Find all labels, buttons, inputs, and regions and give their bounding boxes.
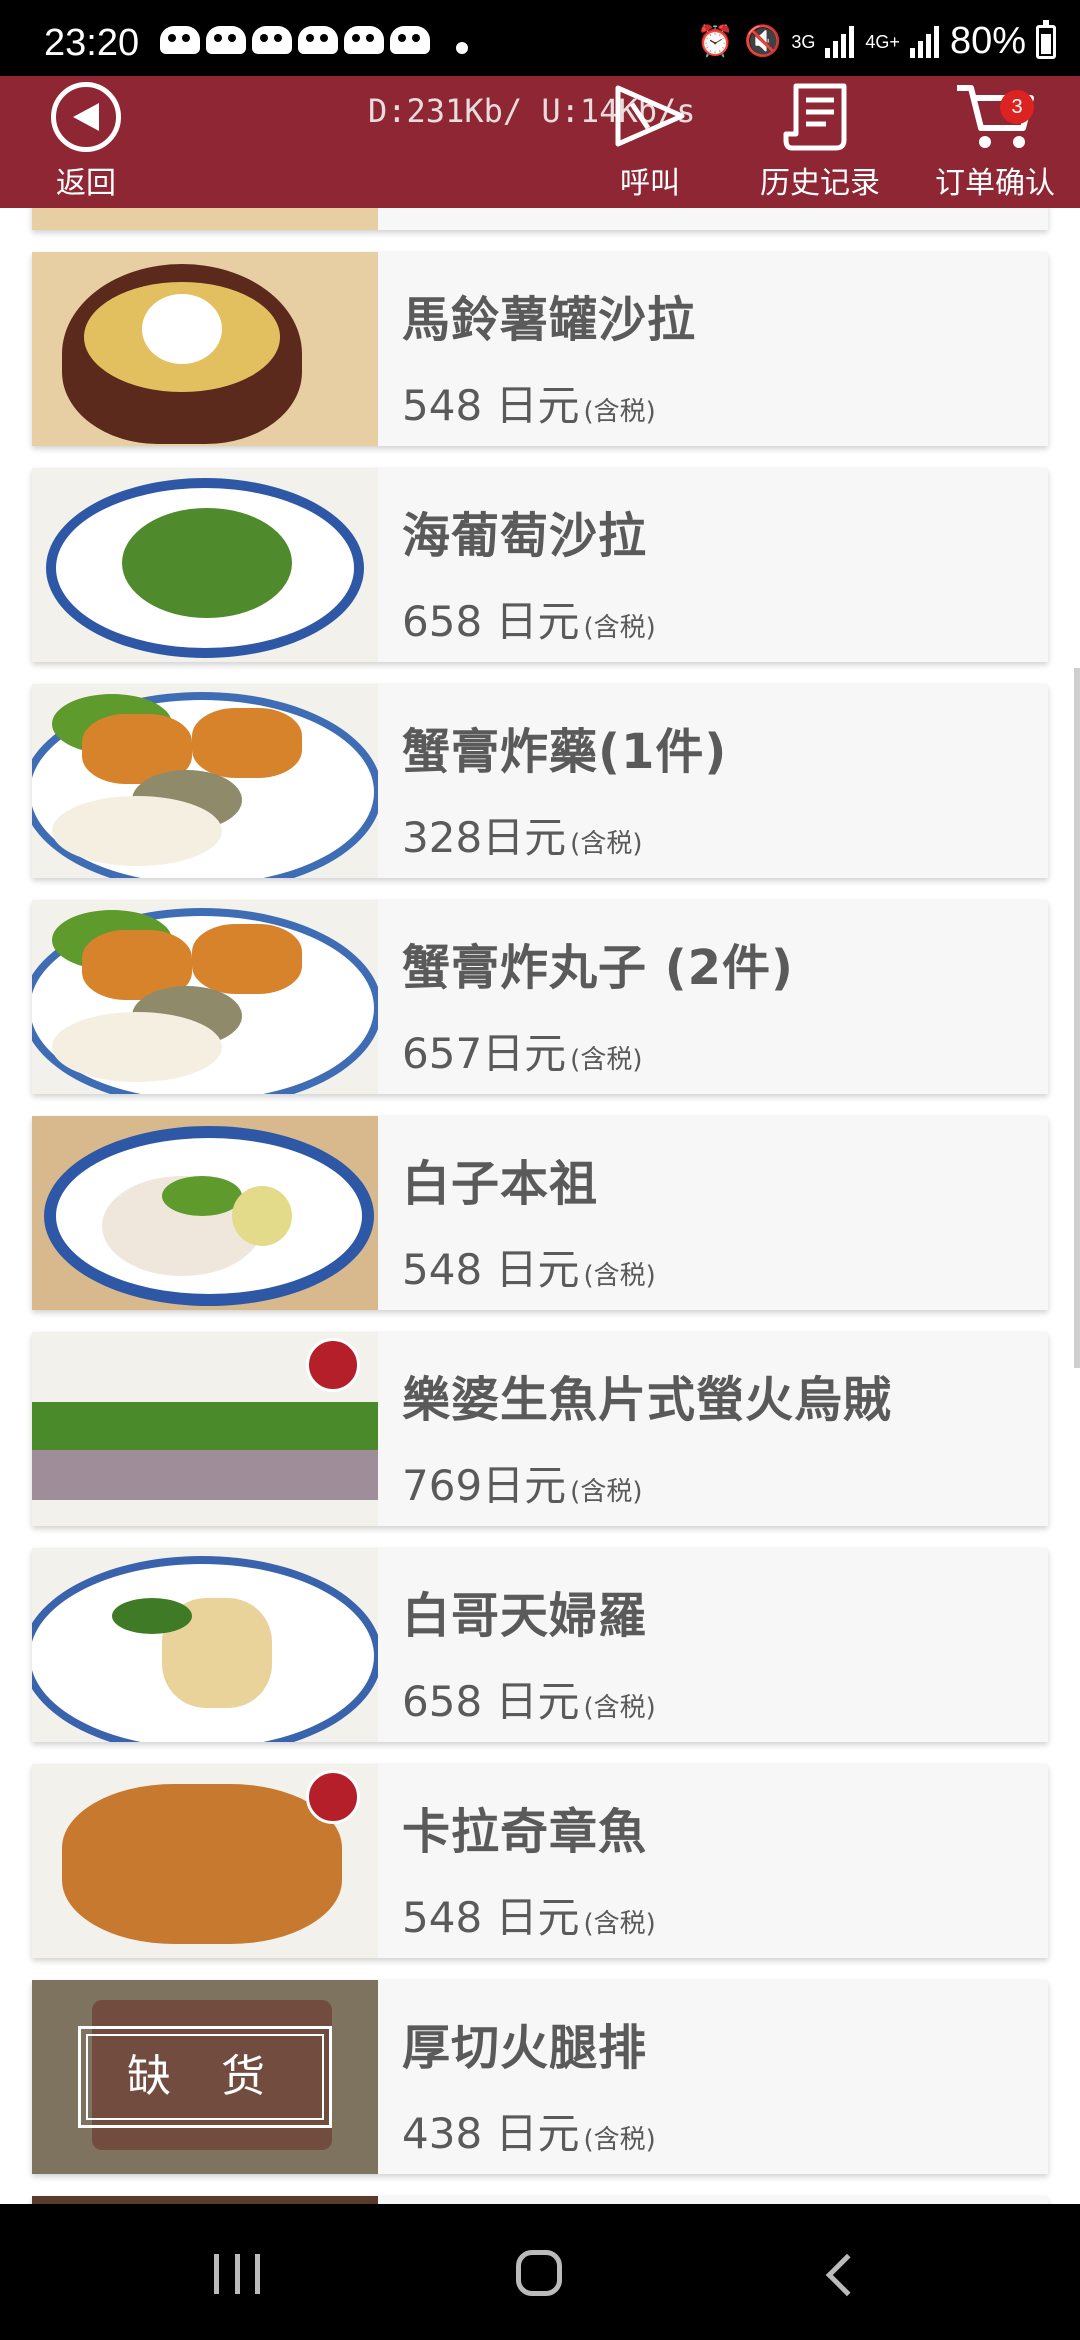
menu-item-card[interactable]: 馬鈴薯罐沙拉 548 日元 (含税) [32, 252, 1048, 446]
item-price: 328日元 [402, 813, 567, 862]
app-notification-icon [252, 26, 292, 54]
item-name: 樂婆生魚片式螢火烏賊 [402, 1372, 893, 1428]
status-bar: 23:20 ⏰ 🔇 3G 4G+ 80% [0, 0, 1080, 76]
item-price: 548 日元 [402, 1893, 580, 1942]
bell-call-icon [615, 85, 685, 147]
recommend-stamp-icon [306, 1770, 360, 1824]
tax-note: (含税) [583, 1693, 656, 1723]
history-label: 历史记录 [760, 166, 880, 201]
notification-icons [160, 26, 430, 54]
item-price: 658 日元 [402, 597, 580, 646]
food-image [32, 684, 378, 878]
menu-item-card-soldout[interactable]: 缺 货 厚切火腿排 438 日元 (含税) [32, 1980, 1048, 2174]
menu-item-card[interactable]: 白哥天婦羅 658 日元 (含税) [32, 1548, 1048, 1742]
food-image: 缺 货 [32, 1980, 378, 2174]
cart-count-badge: 3 [1000, 90, 1034, 124]
food-image [32, 252, 378, 446]
home-icon[interactable] [516, 2250, 562, 2296]
history-button[interactable]: 历史记录 [750, 76, 890, 208]
signal-icon [825, 25, 855, 58]
tax-note: (含税) [583, 397, 656, 427]
food-image [32, 2196, 378, 2204]
tax-note: (含税) [570, 1477, 643, 1507]
item-name: 厚切火腿排 [402, 2020, 648, 2076]
recommend-stamp-icon [306, 1338, 360, 1392]
soldout-label: 缺 货 [78, 2026, 332, 2128]
cart-confirm-button[interactable]: 3 订单确认 [920, 76, 1070, 208]
back-label: 返回 [56, 166, 116, 201]
app-notification-icon [344, 26, 384, 54]
item-name: 馬鈴薯罐沙拉 [402, 292, 697, 348]
item-price: 658 日元 [402, 1677, 580, 1726]
app-notification-icon [160, 26, 200, 54]
food-image [32, 208, 378, 230]
item-name: 蟹膏炸丸子 (2件) [402, 940, 794, 996]
item-name: 蟹膏炸藥(1件) [402, 724, 728, 780]
app-header: 返回 D:231Kb/ U:14Kb/s 呼叫 历史记录 3 订单确认 [0, 76, 1080, 208]
tax-note: (含税) [570, 829, 643, 859]
network-type-4g: 4G+ [865, 31, 900, 52]
system-nav-bar [0, 2204, 1080, 2340]
item-name: 海葡萄沙拉 [402, 508, 648, 564]
more-notifications-dot [456, 42, 468, 54]
menu-item-card-partial[interactable] [32, 208, 1048, 230]
app-notification-icon [298, 26, 338, 54]
network-type-3g: 3G [791, 31, 816, 52]
item-price: 769日元 [402, 1461, 567, 1510]
cart-label: 订单确认 [935, 166, 1055, 201]
item-price: 657日元 [402, 1029, 567, 1078]
menu-item-card[interactable]: 樂婆生魚片式螢火烏賊 769日元 (含税) [32, 1332, 1048, 1526]
status-time: 23:20 [44, 22, 140, 64]
call-staff-button[interactable]: 呼叫 [590, 76, 710, 208]
food-image [32, 468, 378, 662]
alarm-icon: ⏰ [696, 25, 735, 58]
menu-item-card[interactable]: 蟹膏炸藥(1件) 328日元 (含税) [32, 684, 1048, 878]
food-image [32, 1548, 378, 1742]
food-image [32, 1116, 378, 1310]
menu-item-card-partial[interactable] [32, 2196, 1048, 2204]
app-notification-icon [206, 26, 246, 54]
app-notification-icon [390, 26, 430, 54]
back-arrow-icon [51, 82, 121, 152]
scrollbar[interactable] [1074, 668, 1080, 1368]
menu-item-card[interactable]: 卡拉奇章魚 548 日元 (含税) [32, 1764, 1048, 1958]
recent-apps-icon[interactable] [214, 2254, 260, 2294]
mute-icon: 🔇 [744, 25, 782, 58]
tax-note: (含税) [583, 613, 656, 643]
menu-list-area[interactable]: 馬鈴薯罐沙拉 548 日元 (含税) 海葡萄沙拉 658 日元 (含税) 蟹膏炸… [0, 208, 1080, 2204]
item-name: 白子本祖 [402, 1156, 599, 1212]
item-price: 548 日元 [402, 1245, 580, 1294]
food-image [32, 900, 378, 1094]
menu-item-card[interactable]: 海葡萄沙拉 658 日元 (含税) [32, 468, 1048, 662]
battery-percent: 80% [949, 20, 1026, 62]
food-image [32, 1332, 378, 1526]
tax-note: (含税) [570, 1045, 643, 1075]
tax-note: (含税) [583, 1909, 656, 1939]
back-button[interactable]: 返回 [26, 76, 146, 208]
tax-note: (含税) [583, 2125, 656, 2155]
food-image [32, 1764, 378, 1958]
item-name: 白哥天婦羅 [402, 1588, 648, 1644]
back-nav-icon[interactable] [825, 2253, 869, 2297]
signal-icon [909, 25, 940, 58]
menu-item-card[interactable]: 白子本祖 548 日元 (含税) [32, 1116, 1048, 1310]
item-name: 卡拉奇章魚 [402, 1804, 648, 1860]
call-label: 呼叫 [620, 166, 680, 201]
menu-list: 馬鈴薯罐沙拉 548 日元 (含税) 海葡萄沙拉 658 日元 (含税) 蟹膏炸… [32, 208, 1048, 2204]
receipt-icon [783, 83, 847, 151]
tax-note: (含税) [583, 1261, 656, 1291]
item-price: 438 日元 [402, 2109, 580, 2158]
item-price: 548 日元 [402, 381, 580, 430]
battery-icon [1036, 19, 1056, 59]
menu-item-card[interactable]: 蟹膏炸丸子 (2件) 657日元 (含税) [32, 900, 1048, 1094]
